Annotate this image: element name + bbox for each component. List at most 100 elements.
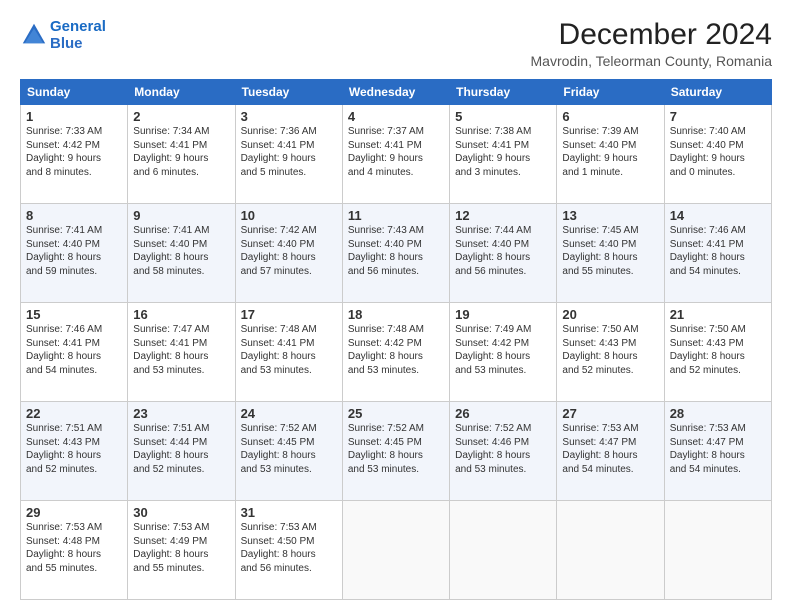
page: General Blue December 2024 Mavrodin, Tel… [0,0,792,612]
day-info: Sunrise: 7:48 AMSunset: 4:42 PMDaylight:… [348,323,444,377]
day-info: Sunrise: 7:46 AMSunset: 4:41 PMDaylight:… [670,224,766,278]
calendar-cell: 23Sunrise: 7:51 AMSunset: 4:44 PMDayligh… [128,402,235,501]
day-info: Sunrise: 7:52 AMSunset: 4:46 PMDaylight:… [455,422,551,476]
day-info: Sunrise: 7:39 AMSunset: 4:40 PMDaylight:… [562,125,658,179]
calendar-cell: 14Sunrise: 7:46 AMSunset: 4:41 PMDayligh… [664,204,771,303]
day-info: Sunrise: 7:50 AMSunset: 4:43 PMDaylight:… [670,323,766,377]
calendar-cell: 3Sunrise: 7:36 AMSunset: 4:41 PMDaylight… [235,105,342,204]
calendar-cell [664,501,771,600]
calendar-cell [450,501,557,600]
weekday-monday: Monday [128,80,235,105]
calendar-cell: 6Sunrise: 7:39 AMSunset: 4:40 PMDaylight… [557,105,664,204]
day-number: 20 [562,307,658,322]
day-info: Sunrise: 7:53 AMSunset: 4:47 PMDaylight:… [670,422,766,476]
day-info: Sunrise: 7:52 AMSunset: 4:45 PMDaylight:… [348,422,444,476]
day-number: 4 [348,109,444,124]
day-number: 8 [26,208,122,223]
calendar-cell: 29Sunrise: 7:53 AMSunset: 4:48 PMDayligh… [21,501,128,600]
day-number: 29 [26,505,122,520]
day-number: 26 [455,406,551,421]
day-number: 7 [670,109,766,124]
day-number: 17 [241,307,337,322]
day-number: 1 [26,109,122,124]
main-title: December 2024 [531,18,773,51]
calendar-cell: 7Sunrise: 7:40 AMSunset: 4:40 PMDaylight… [664,105,771,204]
day-number: 24 [241,406,337,421]
weekday-tuesday: Tuesday [235,80,342,105]
day-number: 15 [26,307,122,322]
day-info: Sunrise: 7:33 AMSunset: 4:42 PMDaylight:… [26,125,122,179]
calendar-cell: 19Sunrise: 7:49 AMSunset: 4:42 PMDayligh… [450,303,557,402]
calendar-body: 1Sunrise: 7:33 AMSunset: 4:42 PMDaylight… [21,105,772,600]
weekday-wednesday: Wednesday [342,80,449,105]
day-number: 5 [455,109,551,124]
day-number: 3 [241,109,337,124]
day-number: 13 [562,208,658,223]
day-info: Sunrise: 7:45 AMSunset: 4:40 PMDaylight:… [562,224,658,278]
week-row-2: 8Sunrise: 7:41 AMSunset: 4:40 PMDaylight… [21,204,772,303]
calendar-cell: 27Sunrise: 7:53 AMSunset: 4:47 PMDayligh… [557,402,664,501]
day-info: Sunrise: 7:53 AMSunset: 4:49 PMDaylight:… [133,521,229,575]
calendar-cell: 16Sunrise: 7:47 AMSunset: 4:41 PMDayligh… [128,303,235,402]
day-info: Sunrise: 7:34 AMSunset: 4:41 PMDaylight:… [133,125,229,179]
day-info: Sunrise: 7:44 AMSunset: 4:40 PMDaylight:… [455,224,551,278]
weekday-sunday: Sunday [21,80,128,105]
logo-blue: Blue [50,35,83,52]
calendar-table: SundayMondayTuesdayWednesdayThursdayFrid… [20,79,772,600]
day-number: 28 [670,406,766,421]
logo-general: General [50,18,106,35]
day-number: 22 [26,406,122,421]
calendar-cell: 9Sunrise: 7:41 AMSunset: 4:40 PMDaylight… [128,204,235,303]
day-info: Sunrise: 7:50 AMSunset: 4:43 PMDaylight:… [562,323,658,377]
day-info: Sunrise: 7:53 AMSunset: 4:47 PMDaylight:… [562,422,658,476]
logo: General Blue [20,18,106,53]
calendar-cell: 12Sunrise: 7:44 AMSunset: 4:40 PMDayligh… [450,204,557,303]
calendar-cell: 17Sunrise: 7:48 AMSunset: 4:41 PMDayligh… [235,303,342,402]
calendar-cell: 4Sunrise: 7:37 AMSunset: 4:41 PMDaylight… [342,105,449,204]
week-row-5: 29Sunrise: 7:53 AMSunset: 4:48 PMDayligh… [21,501,772,600]
calendar-cell: 5Sunrise: 7:38 AMSunset: 4:41 PMDaylight… [450,105,557,204]
calendar-cell: 28Sunrise: 7:53 AMSunset: 4:47 PMDayligh… [664,402,771,501]
calendar-cell: 25Sunrise: 7:52 AMSunset: 4:45 PMDayligh… [342,402,449,501]
calendar-cell: 31Sunrise: 7:53 AMSunset: 4:50 PMDayligh… [235,501,342,600]
day-info: Sunrise: 7:40 AMSunset: 4:40 PMDaylight:… [670,125,766,179]
calendar-cell: 20Sunrise: 7:50 AMSunset: 4:43 PMDayligh… [557,303,664,402]
day-info: Sunrise: 7:41 AMSunset: 4:40 PMDaylight:… [133,224,229,278]
day-info: Sunrise: 7:47 AMSunset: 4:41 PMDaylight:… [133,323,229,377]
day-number: 21 [670,307,766,322]
day-number: 12 [455,208,551,223]
calendar-cell: 21Sunrise: 7:50 AMSunset: 4:43 PMDayligh… [664,303,771,402]
day-info: Sunrise: 7:46 AMSunset: 4:41 PMDaylight:… [26,323,122,377]
calendar-cell: 15Sunrise: 7:46 AMSunset: 4:41 PMDayligh… [21,303,128,402]
day-info: Sunrise: 7:53 AMSunset: 4:48 PMDaylight:… [26,521,122,575]
calendar-cell: 8Sunrise: 7:41 AMSunset: 4:40 PMDaylight… [21,204,128,303]
subtitle: Mavrodin, Teleorman County, Romania [531,53,773,69]
day-number: 9 [133,208,229,223]
day-info: Sunrise: 7:42 AMSunset: 4:40 PMDaylight:… [241,224,337,278]
calendar-cell: 10Sunrise: 7:42 AMSunset: 4:40 PMDayligh… [235,204,342,303]
calendar-cell: 30Sunrise: 7:53 AMSunset: 4:49 PMDayligh… [128,501,235,600]
calendar-cell: 24Sunrise: 7:52 AMSunset: 4:45 PMDayligh… [235,402,342,501]
day-number: 6 [562,109,658,124]
day-number: 31 [241,505,337,520]
day-number: 19 [455,307,551,322]
calendar-cell: 22Sunrise: 7:51 AMSunset: 4:43 PMDayligh… [21,402,128,501]
weekday-saturday: Saturday [664,80,771,105]
day-info: Sunrise: 7:41 AMSunset: 4:40 PMDaylight:… [26,224,122,278]
header: General Blue December 2024 Mavrodin, Tel… [20,18,772,69]
calendar-cell: 2Sunrise: 7:34 AMSunset: 4:41 PMDaylight… [128,105,235,204]
day-number: 10 [241,208,337,223]
logo-icon [20,21,48,49]
day-number: 27 [562,406,658,421]
day-info: Sunrise: 7:36 AMSunset: 4:41 PMDaylight:… [241,125,337,179]
day-info: Sunrise: 7:53 AMSunset: 4:50 PMDaylight:… [241,521,337,575]
day-number: 16 [133,307,229,322]
day-number: 23 [133,406,229,421]
calendar-cell: 13Sunrise: 7:45 AMSunset: 4:40 PMDayligh… [557,204,664,303]
day-number: 25 [348,406,444,421]
day-info: Sunrise: 7:49 AMSunset: 4:42 PMDaylight:… [455,323,551,377]
calendar-cell: 1Sunrise: 7:33 AMSunset: 4:42 PMDaylight… [21,105,128,204]
weekday-friday: Friday [557,80,664,105]
day-info: Sunrise: 7:38 AMSunset: 4:41 PMDaylight:… [455,125,551,179]
week-row-3: 15Sunrise: 7:46 AMSunset: 4:41 PMDayligh… [21,303,772,402]
